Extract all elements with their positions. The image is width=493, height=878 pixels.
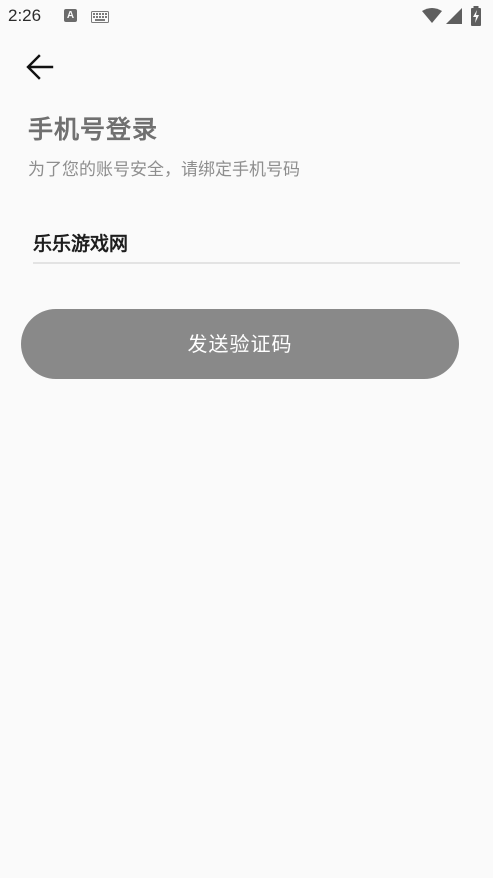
a-notification-icon: A bbox=[64, 9, 77, 22]
signal-icon bbox=[446, 8, 462, 24]
status-time: 2:26 bbox=[8, 6, 42, 25]
page-title: 手机号登录 bbox=[28, 115, 159, 144]
phone-number-input[interactable] bbox=[33, 222, 460, 264]
wifi-icon bbox=[422, 8, 442, 23]
page-subtitle: 为了您的账号安全，请绑定手机号码 bbox=[28, 160, 300, 180]
status-bar: 2:26 A bbox=[0, 0, 493, 34]
keyboard-icon bbox=[91, 11, 109, 23]
send-code-button[interactable]: 发送验证码 bbox=[21, 309, 459, 379]
back-arrow-icon[interactable] bbox=[22, 50, 58, 86]
battery-charging-icon bbox=[471, 6, 481, 26]
login-screen: 2:26 A 手机号登录 为了您的账号安全，请绑定手机号码 乐乐游戏网 发送验证… bbox=[0, 0, 493, 878]
